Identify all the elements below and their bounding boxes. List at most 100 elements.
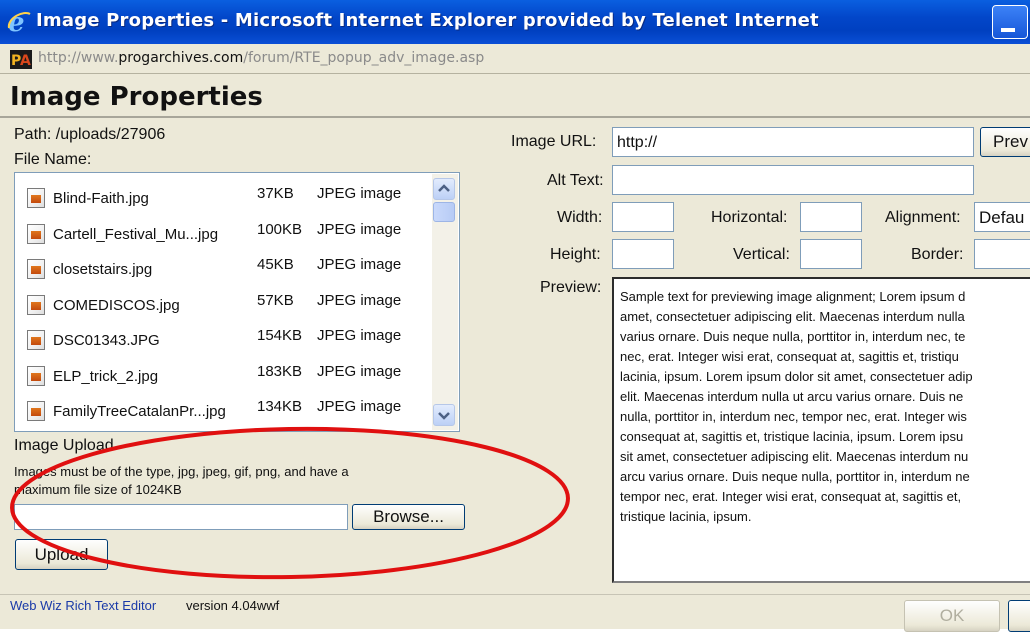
scroll-up-button[interactable] bbox=[433, 178, 455, 200]
ok-button[interactable]: OK bbox=[904, 600, 1000, 632]
page-title: Image Properties bbox=[10, 82, 263, 112]
scroll-down-button[interactable] bbox=[433, 404, 455, 426]
preview-line: consequat at, sagittis et, tristique lac… bbox=[620, 429, 964, 444]
jpeg-file-icon bbox=[27, 188, 45, 208]
file-type: JPEG image bbox=[317, 185, 402, 202]
file-list-scrollbar[interactable] bbox=[432, 174, 458, 430]
file-name: FamilyTreeCatalanPr...jpg bbox=[53, 403, 226, 420]
file-row[interactable]: DSC01343.JPG 154KB JPEG image bbox=[15, 327, 431, 365]
preview-line: tempor nec, erat. Integer wisi erat, con… bbox=[620, 489, 962, 504]
preview-line: Sample text for previewing image alignme… bbox=[620, 289, 966, 304]
file-row[interactable]: FamilyTreeCatalanPr...jpg 134KB JPEG ima… bbox=[15, 398, 431, 436]
jpeg-file-icon bbox=[27, 330, 45, 350]
image-preview-pane: Sample text for previewing image alignme… bbox=[612, 277, 1030, 583]
file-name: Blind-Faith.jpg bbox=[53, 190, 149, 207]
jpeg-file-icon bbox=[27, 295, 45, 315]
file-name-label: File Name: bbox=[14, 151, 92, 168]
chevron-down-icon bbox=[438, 412, 450, 420]
preview-label: Preview: bbox=[540, 279, 602, 296]
preview-line: nec, erat. Integer wisi erat, consequat … bbox=[620, 349, 959, 364]
alignment-select[interactable]: Defau bbox=[974, 202, 1030, 232]
width-label: Width: bbox=[557, 209, 603, 226]
preview-line: varius ornare. Duis neque nulla, porttit… bbox=[620, 329, 966, 344]
chevron-up-icon bbox=[438, 184, 450, 192]
file-name: ELP_trick_2.jpg bbox=[53, 368, 159, 385]
file-type: JPEG image bbox=[317, 398, 402, 415]
file-type: JPEG image bbox=[317, 292, 402, 309]
upload-note-line-2: maximum file size of 1024KB bbox=[14, 482, 182, 497]
internet-explorer-icon: e bbox=[7, 8, 31, 36]
editor-credit-link[interactable]: Web Wiz Rich Text Editor bbox=[10, 598, 156, 613]
preview-line: nulla, porttitor in, interdum nec, tempo… bbox=[620, 409, 967, 424]
file-name: COMEDISCOS.jpg bbox=[53, 297, 180, 314]
preview-line: elit. Maecenas interdum nulla ut arcu va… bbox=[620, 389, 964, 404]
file-size: 100KB bbox=[257, 221, 303, 238]
border-input[interactable] bbox=[974, 239, 1030, 269]
image-url-label: Image URL: bbox=[511, 133, 597, 150]
file-type: JPEG image bbox=[317, 327, 402, 344]
file-size: 45KB bbox=[257, 256, 294, 273]
preview-line: amet, consectetuer adipiscing elit. Maec… bbox=[620, 309, 965, 324]
address-url: http://www.progarchives.com/forum/RTE_po… bbox=[38, 50, 484, 66]
footer-divider bbox=[0, 594, 1030, 595]
url-domain: progarchives.com bbox=[118, 50, 244, 66]
url-prefix: http://www. bbox=[38, 50, 119, 66]
image-url-input[interactable]: http:// bbox=[612, 127, 974, 157]
scroll-thumb[interactable] bbox=[433, 202, 455, 222]
browse-button[interactable]: Browse... bbox=[352, 504, 465, 530]
file-name: closetstairs.jpg bbox=[53, 261, 153, 278]
address-bar[interactable]: P A http://www.progarchives.com/forum/RT… bbox=[0, 44, 1030, 74]
preview-line: tristique lacinia, ipsum. bbox=[620, 509, 752, 524]
window-title-bar[interactable]: e Image Properties - Microsoft Internet … bbox=[0, 0, 1030, 44]
preview-line: lacinia, ipsum. Lorem ipsum dolor sit am… bbox=[620, 369, 973, 384]
minimize-button[interactable] bbox=[992, 5, 1028, 39]
height-label: Height: bbox=[550, 246, 601, 263]
jpeg-file-icon bbox=[27, 224, 45, 244]
path-label: Path: /uploads/27906 bbox=[14, 126, 166, 143]
file-row[interactable]: ELP_trick_2.jpg 183KB JPEG image bbox=[15, 363, 431, 401]
file-size: 37KB bbox=[257, 185, 294, 202]
file-type: JPEG image bbox=[317, 221, 402, 238]
file-size: 134KB bbox=[257, 398, 303, 415]
vertical-label: Vertical: bbox=[733, 246, 790, 263]
preview-line: arcu varius ornare. Duis neque nulla, po… bbox=[620, 469, 970, 484]
editor-version: version 4.04wwf bbox=[186, 598, 280, 613]
jpeg-file-icon bbox=[27, 366, 45, 386]
site-favicon: P A bbox=[10, 50, 32, 69]
file-row[interactable]: COMEDISCOS.jpg 57KB JPEG image bbox=[15, 292, 431, 330]
file-row[interactable]: closetstairs.jpg 45KB JPEG image bbox=[15, 256, 431, 294]
width-input[interactable] bbox=[612, 202, 674, 232]
url-path: /forum/RTE_popup_adv_image.asp bbox=[243, 50, 485, 66]
alt-text-label: Alt Text: bbox=[547, 172, 604, 189]
file-name: DSC01343.JPG bbox=[53, 332, 160, 349]
file-size: 154KB bbox=[257, 327, 303, 344]
jpeg-file-icon bbox=[27, 259, 45, 279]
cancel-button[interactable] bbox=[1008, 600, 1030, 632]
file-row[interactable]: Blind-Faith.jpg 37KB JPEG image bbox=[15, 185, 431, 223]
preview-button[interactable]: Prev bbox=[980, 127, 1030, 157]
preview-sample-text: Sample text for previewing image alignme… bbox=[620, 287, 1030, 527]
file-list[interactable]: Blind-Faith.jpg 37KB JPEG image Cartell_… bbox=[14, 172, 460, 432]
file-size: 57KB bbox=[257, 292, 294, 309]
file-row[interactable]: Cartell_Festival_Mu...jpg 100KB JPEG ima… bbox=[15, 221, 431, 259]
preview-line: sit amet, consectetuer adipiscing elit. … bbox=[620, 449, 969, 464]
image-upload-heading: Image Upload bbox=[14, 437, 114, 454]
upload-file-input[interactable] bbox=[14, 504, 348, 530]
file-type: JPEG image bbox=[317, 363, 402, 380]
border-label: Border: bbox=[911, 246, 964, 263]
upload-button[interactable]: Upload bbox=[15, 539, 108, 570]
horizontal-spacing-input[interactable] bbox=[800, 202, 862, 232]
upload-note-line-1: Images must be of the type, jpg, jpeg, g… bbox=[14, 464, 349, 479]
file-type: JPEG image bbox=[317, 256, 402, 273]
vertical-spacing-input[interactable] bbox=[800, 239, 862, 269]
window-title: Image Properties - Microsoft Internet Ex… bbox=[36, 10, 819, 31]
svg-text:A: A bbox=[20, 53, 31, 69]
jpeg-file-icon bbox=[27, 401, 45, 421]
alignment-label: Alignment: bbox=[885, 209, 961, 226]
file-name: Cartell_Festival_Mu...jpg bbox=[53, 226, 219, 243]
alt-text-input[interactable] bbox=[612, 165, 974, 195]
height-input[interactable] bbox=[612, 239, 674, 269]
horizontal-label: Horizontal: bbox=[711, 209, 788, 226]
heading-divider bbox=[0, 116, 1030, 118]
file-size: 183KB bbox=[257, 363, 303, 380]
